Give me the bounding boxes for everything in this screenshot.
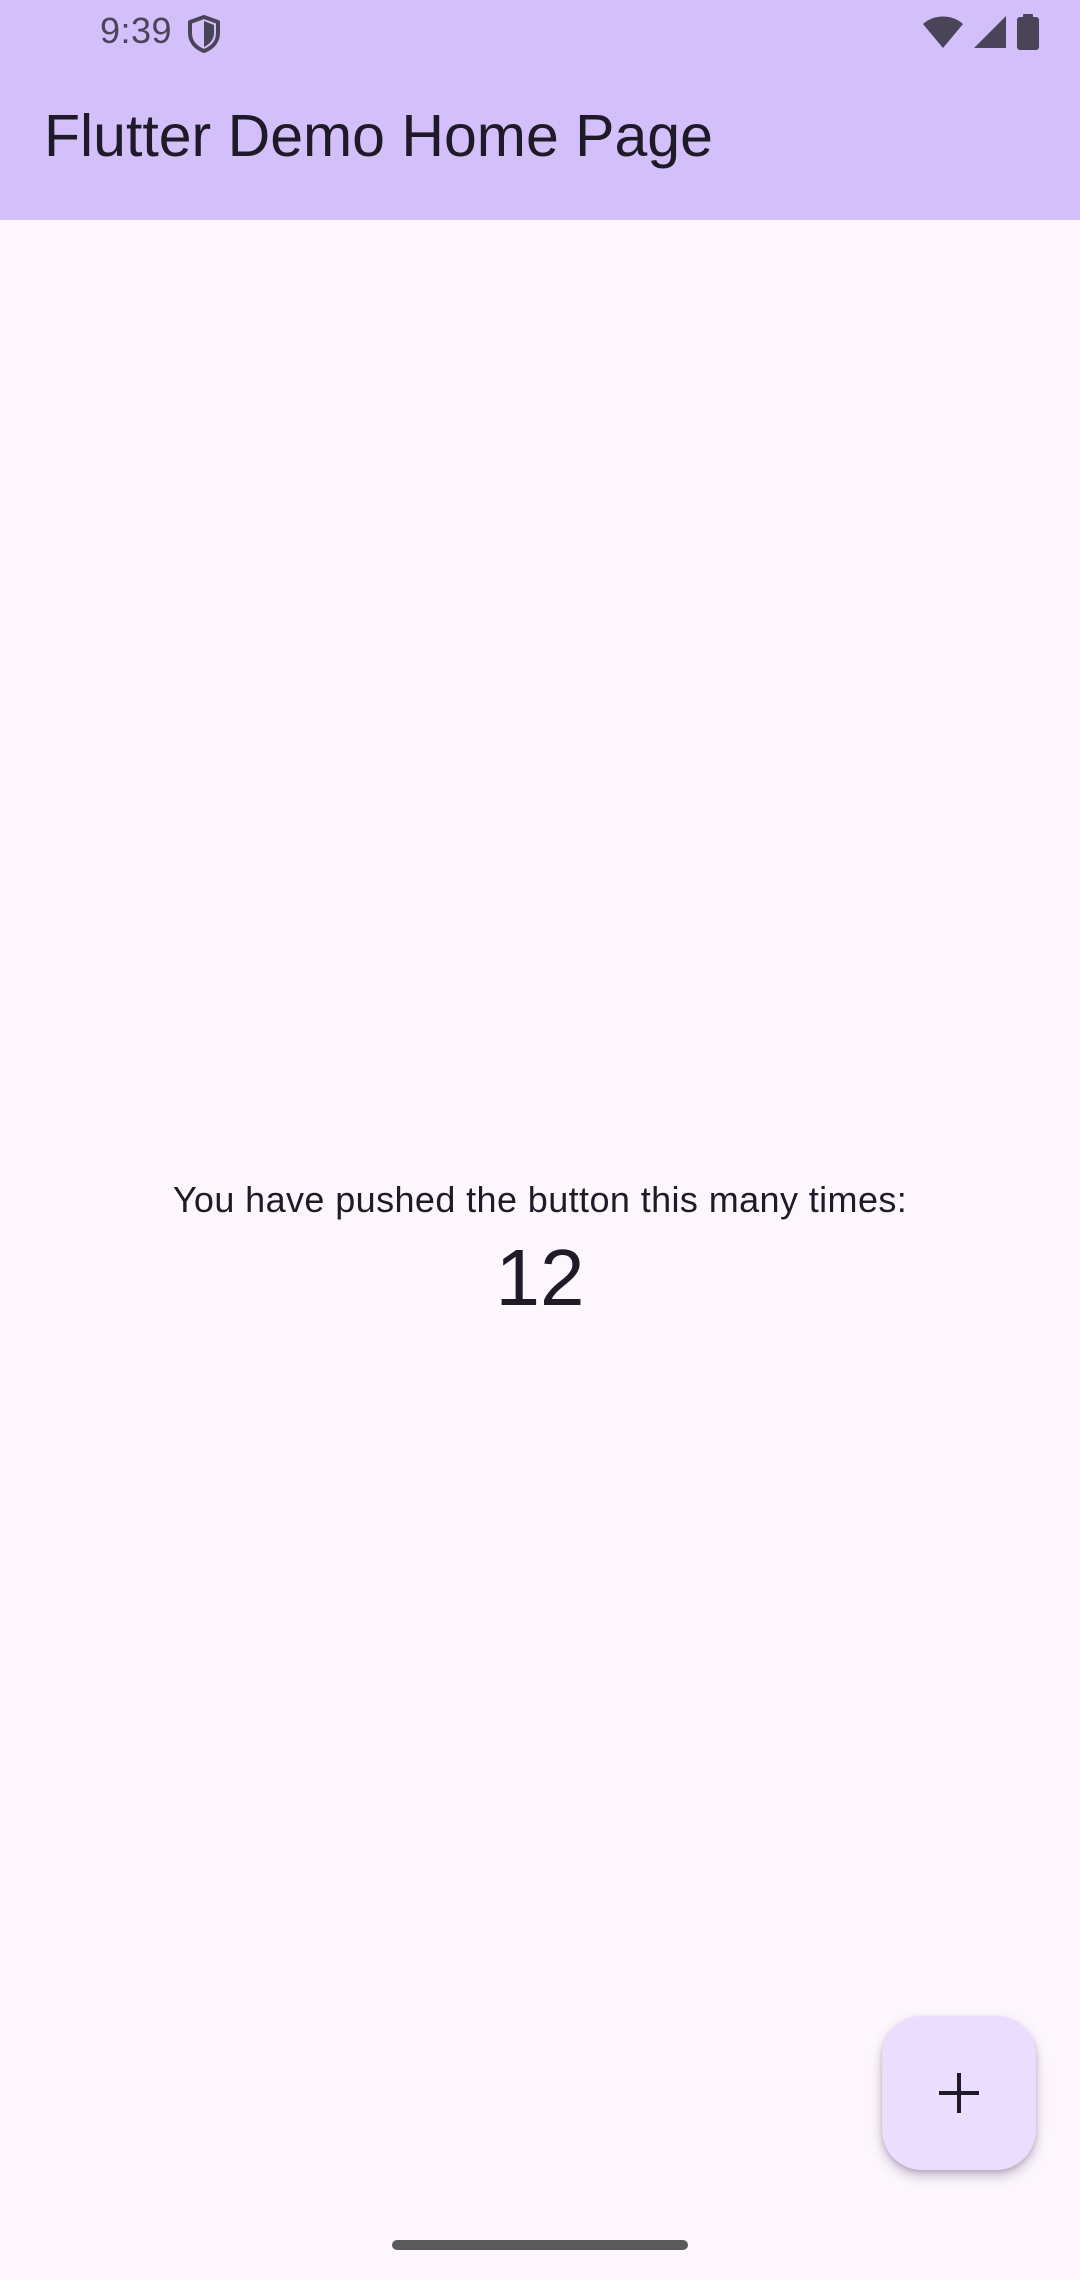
status-bar: 9:39: [0, 0, 1080, 66]
app-screen: 9:39 Flutter Demo Home Page You have pus…: [0, 0, 1080, 2280]
wifi-icon: [922, 15, 964, 54]
counter-section: You have pushed the button this many tim…: [0, 1172, 1080, 1328]
status-time: 9:39: [100, 10, 173, 51]
counter-caption: You have pushed the button this many tim…: [172, 1179, 908, 1220]
cellular-signal-icon: [972, 14, 1008, 55]
shield-icon: [186, 14, 222, 54]
app-bar: 9:39 Flutter Demo Home Page: [0, 0, 1080, 220]
increment-button[interactable]: [882, 2016, 1036, 2170]
status-icons: [922, 13, 1040, 55]
battery-icon: [1016, 13, 1040, 55]
gesture-navigation-handle[interactable]: [392, 2240, 688, 2250]
add-icon: [937, 2071, 981, 2115]
page-title: Flutter Demo Home Page: [44, 103, 713, 169]
counter-value: 12: [495, 1233, 585, 1322]
